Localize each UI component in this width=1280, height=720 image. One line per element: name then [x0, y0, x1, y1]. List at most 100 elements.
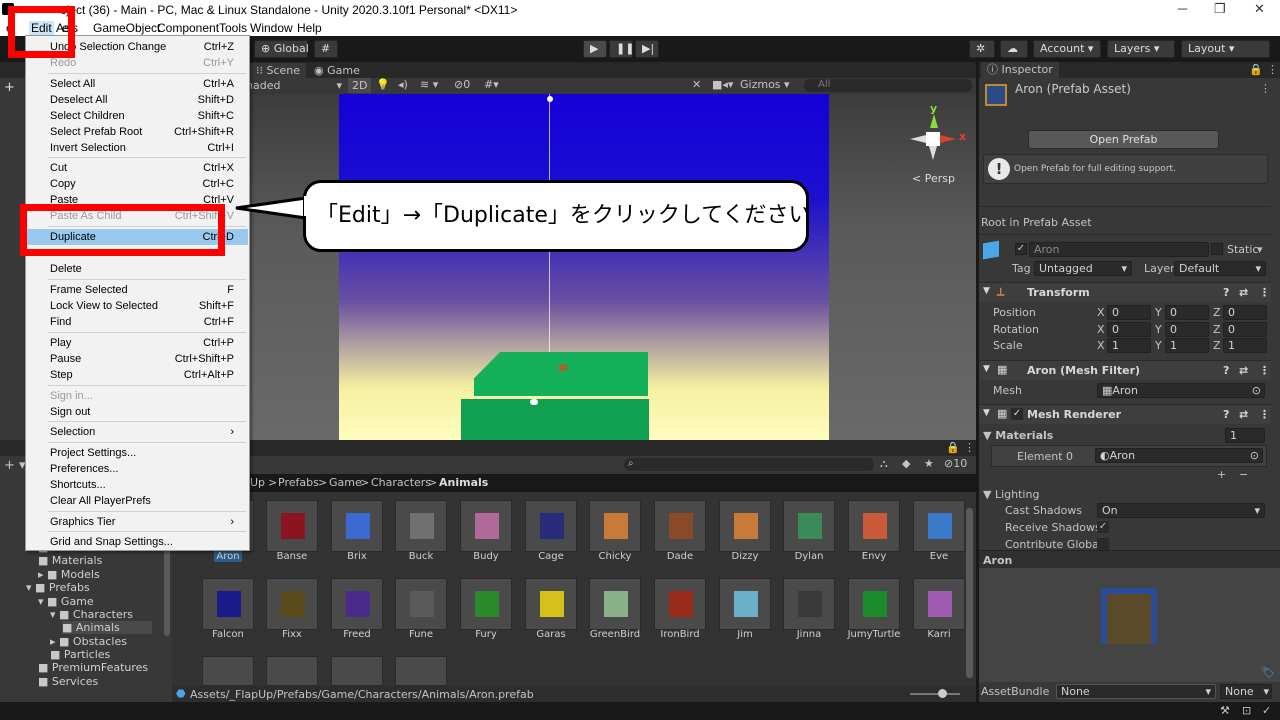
- asset-thumbnail[interactable]: [202, 656, 254, 686]
- asset-thumbnail[interactable]: [783, 500, 835, 552]
- asset-label-karri[interactable]: Karri: [907, 629, 971, 640]
- axis-z-label[interactable]: Z: [1213, 306, 1221, 319]
- asset-thumbnail[interactable]: [331, 500, 383, 552]
- remove-element-button[interactable]: −: [1239, 468, 1248, 481]
- asset-thumbnail[interactable]: [395, 500, 447, 552]
- project-search-input[interactable]: ⌕: [624, 458, 874, 471]
- lighting-toggle-icon[interactable]: 💡: [376, 78, 390, 91]
- project-add-button[interactable]: + ▾: [4, 458, 26, 473]
- menu-item-delete[interactable]: Delete: [27, 261, 248, 277]
- static-label[interactable]: Static: [1227, 243, 1258, 256]
- static-checkbox[interactable]: [1211, 243, 1223, 255]
- menu-item-lock-view-to-selected[interactable]: Lock View to Selected Shift+F: [27, 298, 248, 314]
- inspector-tab[interactable]: ⓘ Inspector: [981, 62, 1059, 78]
- menu-item-project-settings[interactable]: Project Settings...: [27, 445, 248, 461]
- menu-item-graphics-tier[interactable]: Graphics Tier ›: [27, 514, 248, 530]
- hidden-packages-icon[interactable]: ⊘10: [944, 457, 967, 470]
- asset-thumbnail[interactable]: [589, 500, 641, 552]
- asset-thumbnail[interactable]: [913, 500, 965, 552]
- asset-label-cage[interactable]: Cage: [519, 551, 583, 562]
- asset-label-jinna[interactable]: Jinna: [777, 629, 841, 640]
- asset-thumbnail[interactable]: [460, 578, 512, 630]
- asset-thumbnail[interactable]: [266, 578, 318, 630]
- axis-z-label[interactable]: Z: [1213, 339, 1221, 352]
- breadcrumb-prefabs[interactable]: Prefabs: [278, 476, 319, 489]
- asset-label-falcon[interactable]: Falcon: [196, 629, 260, 640]
- axis-y-label[interactable]: Y: [1155, 339, 1162, 352]
- tree-item-services[interactable]: ■ Services: [38, 675, 98, 688]
- tree-item-obstacles[interactable]: ▸ ■ Obstacles: [50, 635, 127, 648]
- grid-scrollbar[interactable]: [966, 508, 973, 678]
- receive-shadows-checkbox[interactable]: ✓: [1097, 521, 1109, 533]
- tree-item-animals[interactable]: ■ Animals: [62, 621, 152, 634]
- asset-label-chicky[interactable]: Chicky: [583, 551, 647, 562]
- gizmos-dropdown[interactable]: Gizmos ▾: [740, 78, 790, 91]
- contribute-gi-checkbox[interactable]: [1097, 538, 1109, 550]
- asset-label-buck[interactable]: Buck: [389, 551, 453, 562]
- asset-thumbnail[interactable]: [266, 500, 318, 552]
- pause-button[interactable]: ❚❚: [609, 40, 634, 58]
- inspector-menu-icon[interactable]: ⋮: [1267, 63, 1278, 76]
- element-field[interactable]: ◐Aron ⊙: [1095, 448, 1263, 463]
- static-arrow-icon[interactable]: ▾: [1257, 243, 1263, 256]
- asset-thumbnail[interactable]: [525, 500, 577, 552]
- asset-label-dizzy[interactable]: Dizzy: [713, 551, 777, 562]
- object-picker-icon[interactable]: ⊙: [1252, 384, 1261, 397]
- asset-label-envy[interactable]: Envy: [842, 551, 906, 562]
- object-picker-icon[interactable]: ⊙: [1250, 449, 1259, 462]
- asset-label-banse[interactable]: Banse: [260, 551, 324, 562]
- asset-label-brix[interactable]: Brix: [325, 551, 389, 562]
- menu-item-copy[interactable]: Copy Ctrl+C: [27, 176, 248, 192]
- asset-thumbnail[interactable]: [654, 500, 706, 552]
- asset-thumbnail[interactable]: [525, 578, 577, 630]
- menu-item-find[interactable]: Find Ctrl+F: [27, 314, 248, 330]
- breadcrumb-game[interactable]: Game: [329, 476, 362, 489]
- menu-window[interactable]: Window: [250, 21, 293, 35]
- account-dropdown[interactable]: Account ▾: [1033, 40, 1101, 58]
- preset-icon[interactable]: ⇄: [1239, 408, 1248, 421]
- asset-menu-icon[interactable]: ⋮: [1260, 82, 1271, 95]
- help-icon[interactable]: ?: [1223, 286, 1229, 299]
- menu-tools[interactable]: Tools: [219, 21, 247, 35]
- asset-thumbnail[interactable]: [331, 578, 383, 630]
- help-icon[interactable]: ?: [1223, 364, 1229, 377]
- name-field[interactable]: Aron: [1029, 242, 1209, 257]
- asset-label-eve[interactable]: Eve: [907, 551, 971, 562]
- icon-size-slider[interactable]: [910, 693, 960, 695]
- rotation-y-field[interactable]: 0: [1165, 322, 1209, 337]
- persp-label[interactable]: < Persp: [912, 172, 955, 185]
- add-element-button[interactable]: +: [1217, 468, 1226, 481]
- asset-thumbnail[interactable]: [395, 578, 447, 630]
- minimize-icon[interactable]: ─: [1178, 1, 1187, 16]
- auto-generate-lighting-icon[interactable]: ⚒: [1220, 704, 1230, 717]
- global-toggle[interactable]: ⊕ Global: [254, 40, 309, 58]
- asset-label-freed[interactable]: Freed: [325, 629, 389, 640]
- preset-icon[interactable]: ⇄: [1239, 364, 1248, 377]
- menu-item-select-all[interactable]: Select All Ctrl+A: [27, 76, 248, 92]
- menu-item-grid-and-snap-settings[interactable]: Grid and Snap Settings...: [27, 534, 248, 550]
- menu-item-deselect-all[interactable]: Deselect All Shift+D: [27, 92, 248, 108]
- asset-label-aron[interactable]: Aron: [214, 551, 242, 562]
- menu-gameobject[interactable]: GameObject: [93, 21, 160, 35]
- mesh-filter-header[interactable]: ▼ ▦ Aron (Mesh Filter) ? ⇄ ⋮: [979, 360, 1271, 380]
- scale-x-field[interactable]: 1: [1107, 338, 1151, 353]
- axis-y-label[interactable]: Y: [1155, 306, 1162, 319]
- tree-item-characters[interactable]: ▾ ■ Characters: [50, 608, 133, 621]
- lighting-label[interactable]: ▼ Lighting: [983, 488, 1039, 501]
- audio-toggle-icon[interactable]: ◂): [398, 78, 408, 91]
- menu-item-selection[interactable]: Selection ›: [27, 424, 248, 440]
- effects-toggle-icon[interactable]: ≋ ▾: [420, 78, 438, 91]
- asset-label-garas[interactable]: Garas: [519, 629, 583, 640]
- progress-icon[interactable]: ⊡: [1242, 704, 1251, 717]
- open-prefab-button[interactable]: Open Prefab: [1028, 130, 1219, 149]
- 2d-toggle[interactable]: 2D: [348, 78, 372, 93]
- asset-thumbnail[interactable]: [202, 578, 254, 630]
- menu-component[interactable]: Component: [157, 21, 219, 35]
- asset-thumbnail[interactable]: [913, 578, 965, 630]
- position-z-field[interactable]: 0: [1223, 305, 1267, 320]
- menu-item-sign-out[interactable]: Sign out: [27, 404, 248, 420]
- asset-label-fixx[interactable]: Fixx: [260, 629, 324, 640]
- menu-item-step[interactable]: Step Ctrl+Alt+P: [27, 367, 248, 383]
- hidden-objects-icon[interactable]: ⊘0: [454, 78, 470, 91]
- tab-scene[interactable]: ⁝⁝ Scene: [250, 63, 307, 78]
